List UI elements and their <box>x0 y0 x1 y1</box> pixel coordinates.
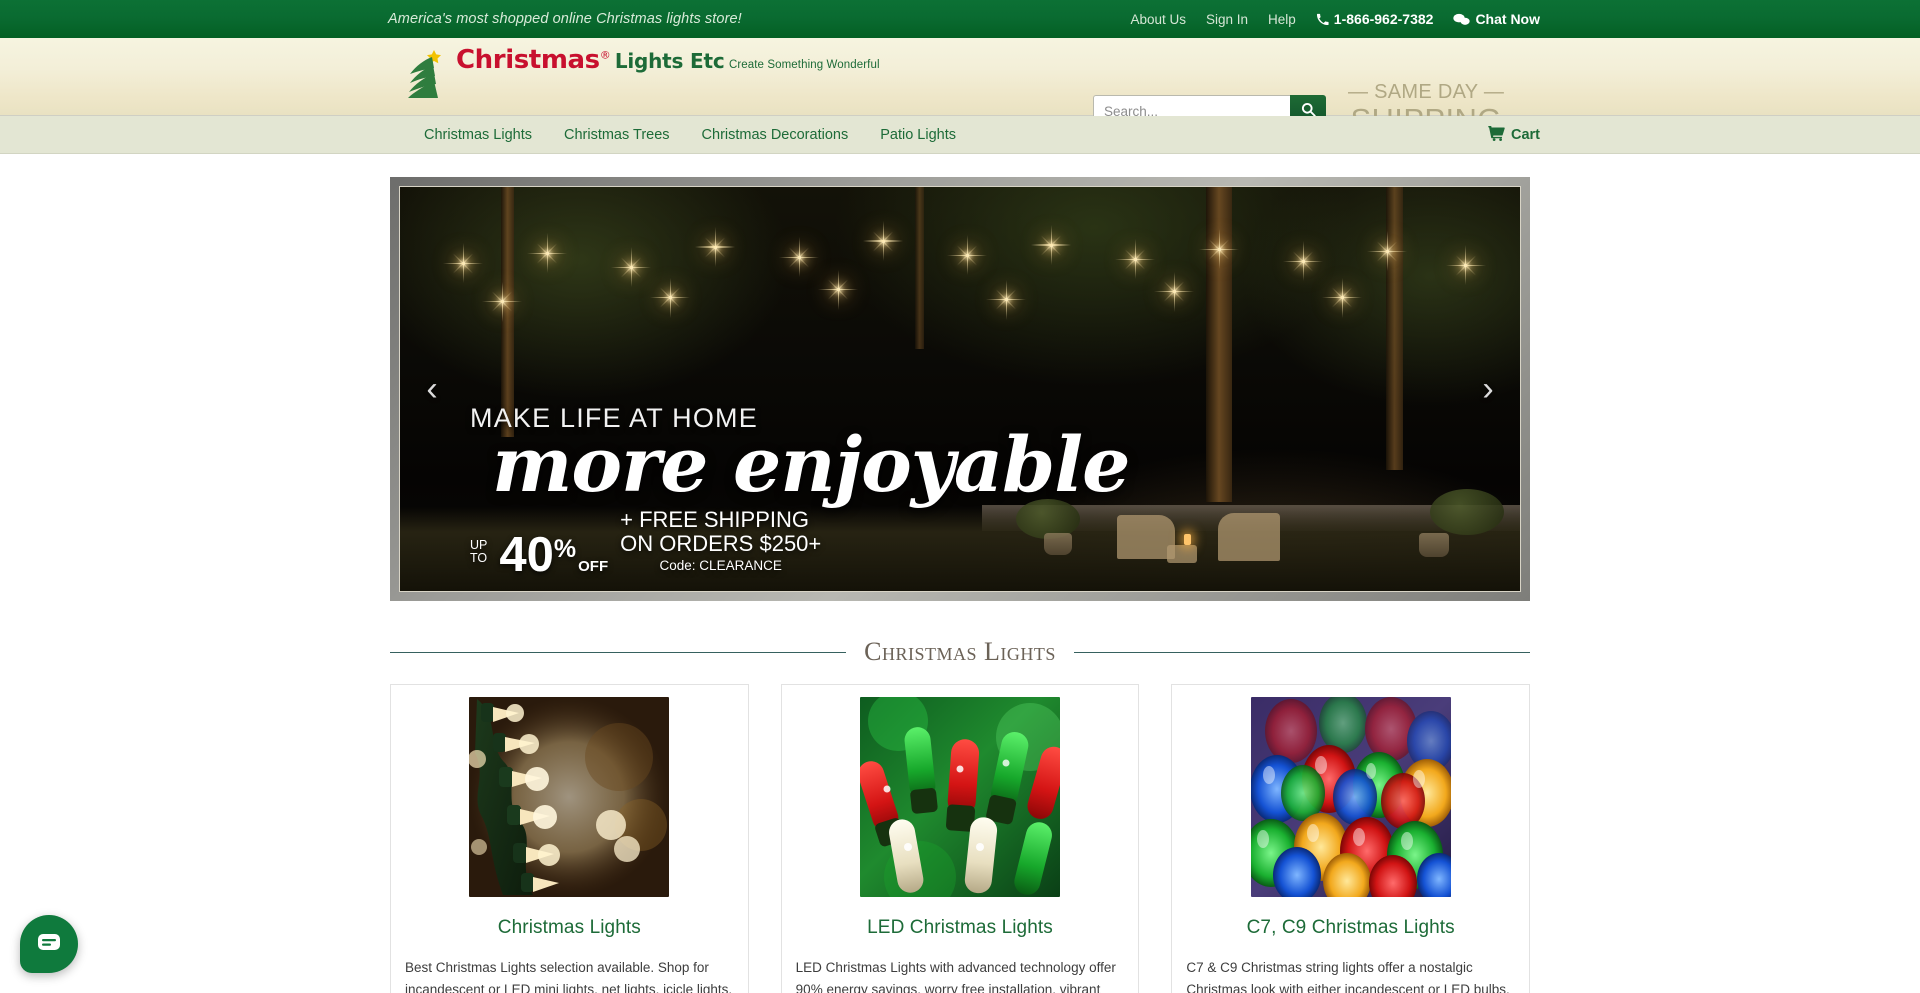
hero-headline: more enjoyable <box>492 419 1131 509</box>
led-christmas-lights-image <box>860 697 1060 897</box>
hero-shipping-line-2: ON ORDERS $250+ <box>620 531 822 557</box>
help-link[interactable]: Help <box>1268 12 1296 27</box>
string-light-bulb <box>443 243 484 284</box>
registered-mark: ® <box>599 48 611 62</box>
top-utility-links: About Us Sign In Help 1-866-962-7382 Cha… <box>1130 11 1540 27</box>
nav-item-christmas-lights[interactable]: Christmas Lights <box>408 116 548 154</box>
site-logo[interactable]: Christmas® Lights Etc Create Something W… <box>408 44 880 98</box>
top-utility-bar: America's most shopped online Christmas … <box>0 0 1920 38</box>
string-light-bulb <box>947 235 988 276</box>
string-light-bulb <box>527 233 568 274</box>
chat-now-label: Chat Now <box>1475 11 1540 27</box>
string-light-bulb <box>1031 225 1072 266</box>
string-light-bulb <box>1367 231 1408 272</box>
string-light-bulb <box>779 237 820 278</box>
string-light-bulb <box>1283 241 1324 282</box>
category-card-description: LED Christmas Lights with advanced techn… <box>795 960 1116 993</box>
section-title: Christmas Lights <box>864 637 1056 666</box>
chat-now-link[interactable]: Chat Now <box>1453 11 1540 27</box>
christmas-tree-logo-icon <box>408 50 441 98</box>
nav-item-patio-lights[interactable]: Patio Lights <box>864 116 972 154</box>
about-us-link[interactable]: About Us <box>1130 12 1186 27</box>
hero-up-to-label: UP TO <box>470 537 488 565</box>
category-card[interactable]: LED Christmas Lights LED Christmas Light… <box>780 684 1140 993</box>
category-card-title: C7, C9 Christmas Lights <box>1246 917 1455 938</box>
sign-in-link[interactable]: Sign In <box>1206 12 1248 27</box>
logo-text: Christmas® Lights Etc Create Something W… <box>456 44 880 74</box>
planter-pot <box>1419 533 1450 557</box>
c7-c9-christmas-lights-image <box>1250 697 1451 897</box>
string-light-bulb <box>818 269 859 310</box>
patio-table <box>1167 545 1198 563</box>
string-light-bulb <box>1445 245 1486 286</box>
hero-discount-value: 40 <box>499 527 554 582</box>
hero-offer: UP TO 40 % OFF + FREE SHIPPING ON ORDERS … <box>470 506 1130 582</box>
tree-trunk <box>1385 187 1403 470</box>
hero-slide[interactable]: MAKE LIFE AT HOME more enjoyable UP TO 40… <box>399 186 1521 592</box>
carousel-prev-arrow-icon[interactable]: ‹ <box>412 359 452 419</box>
logo-line-christmas: Christmas® <box>456 45 611 75</box>
category-card-title: LED Christmas Lights <box>867 917 1053 938</box>
string-light-bulb <box>1199 229 1240 270</box>
tree-trunk <box>915 187 925 349</box>
string-light-bulb <box>1154 271 1195 312</box>
shrub <box>1430 489 1505 535</box>
logo-tagline: Create Something Wonderful <box>728 59 880 71</box>
string-light-bulb <box>863 221 904 262</box>
cart-label: Cart <box>1510 127 1540 143</box>
nav-items: Christmas Lights Christmas Trees Christm… <box>408 116 972 154</box>
hero-promo-code: Code: CLEARANCE <box>659 557 782 573</box>
phone-icon <box>1316 13 1329 26</box>
string-light-bulb <box>695 227 736 268</box>
chat-widget-button[interactable] <box>20 915 78 973</box>
hero-frame: MAKE LIFE AT HOME more enjoyable UP TO 40… <box>390 177 1530 601</box>
section-heading: Christmas Lights <box>390 637 1530 667</box>
hero-shipping-offer: + FREE SHIPPING ON ORDERS $250+ Code: CL… <box>620 506 822 575</box>
string-light-bulb <box>611 247 652 288</box>
hero-carousel: MAKE LIFE AT HOME more enjoyable UP TO 40… <box>390 177 1530 601</box>
nav-item-christmas-trees[interactable]: Christmas Trees <box>548 116 686 154</box>
category-card-title: Christmas Lights <box>497 917 641 938</box>
string-light-bulb <box>1115 239 1156 280</box>
chat-bubble-icon <box>37 932 61 957</box>
site-tagline: America's most shopped online Christmas … <box>388 11 742 27</box>
lantern <box>1184 534 1191 545</box>
string-light-bulb <box>986 279 1027 320</box>
phone-link[interactable]: 1-866-962-7382 <box>1316 11 1434 27</box>
main-navigation: Christmas Lights Christmas Trees Christm… <box>0 116 1920 154</box>
string-light-bulb <box>482 281 523 322</box>
category-card[interactable]: C7, C9 Christmas Lights C7 & C9 Christma… <box>1171 684 1531 993</box>
christmas-lights-image <box>469 697 670 897</box>
nav-item-christmas-decorations[interactable]: Christmas Decorations <box>686 116 865 154</box>
chat-icon <box>1453 13 1471 26</box>
category-card-grid: Christmas Lights Best Christmas Lights s… <box>390 684 1531 993</box>
site-header: Christmas® Lights Etc Create Something W… <box>0 38 1920 135</box>
category-card-description: Best Christmas Lights selection availabl… <box>405 960 733 993</box>
hero-copy: MAKE LIFE AT HOME more enjoyable UP TO 40… <box>470 403 1131 582</box>
hero-discount: 40 % OFF <box>499 527 609 582</box>
section-rule-left <box>390 651 847 653</box>
logo-line-lights-etc: Lights Etc <box>614 49 725 73</box>
string-light-bulb <box>650 277 691 318</box>
section-rule-right <box>1073 651 1530 653</box>
category-card-description: C7 & C9 Christmas string lights offer a … <box>1186 960 1510 993</box>
cart-icon <box>1488 125 1505 145</box>
hero-off-label: OFF <box>578 558 609 575</box>
patio-chair <box>1217 513 1280 561</box>
string-light-bulb <box>1322 277 1363 318</box>
cart-link[interactable]: Cart <box>1488 116 1540 154</box>
same-day-label: — SAME DAY — <box>1348 81 1505 103</box>
category-card[interactable]: Christmas Lights Best Christmas Lights s… <box>390 684 749 993</box>
hero-percent-symbol: % <box>553 534 577 563</box>
phone-number: 1-866-962-7382 <box>1333 11 1434 27</box>
hero-shipping-line-1: + FREE SHIPPING <box>620 506 810 532</box>
carousel-next-arrow-icon[interactable]: › <box>1468 359 1508 419</box>
